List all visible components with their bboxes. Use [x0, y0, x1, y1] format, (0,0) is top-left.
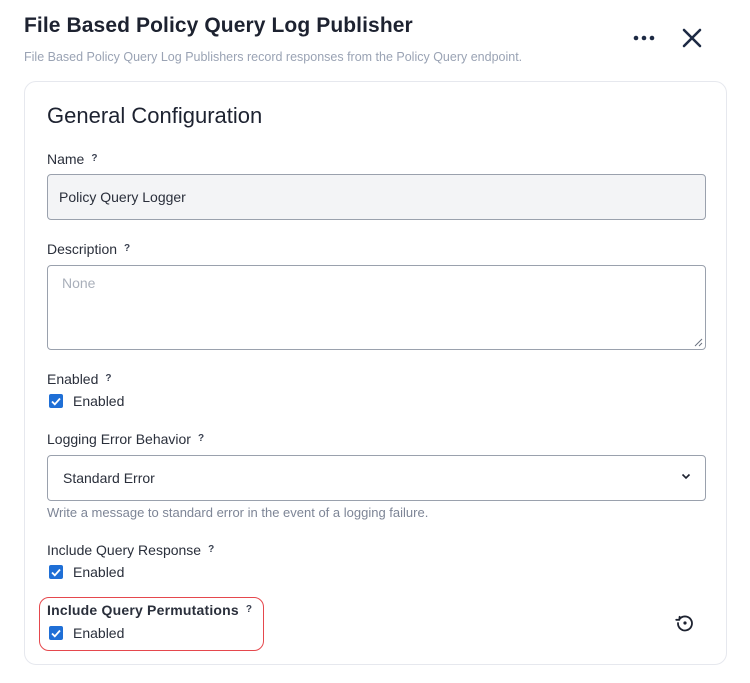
- description-label-text: Description: [47, 241, 118, 257]
- chevron-down-icon: [681, 473, 691, 480]
- checkbox-checked[interactable]: [49, 565, 63, 579]
- help-icon[interactable]: ?: [91, 153, 97, 164]
- include-query-permutations-checkbox[interactable]: Enabled: [49, 625, 124, 641]
- help-icon[interactable]: ?: [208, 544, 214, 555]
- logging-error-behavior-label: Logging Error Behavior ?: [47, 431, 204, 447]
- name-label-text: Name: [47, 151, 85, 167]
- page-subtitle: File Based Policy Query Log Publishers r…: [24, 50, 523, 64]
- panel-header: File Based Policy Query Log Publisher Fi…: [24, 14, 724, 64]
- check-icon: [51, 568, 61, 577]
- include-query-response-checkbox-label: Enabled: [73, 564, 125, 580]
- page-title: File Based Policy Query Log Publisher: [24, 14, 413, 37]
- enabled-checkbox-label: Enabled: [73, 393, 125, 409]
- description-label: Description ?: [47, 241, 130, 257]
- general-configuration-card: General Configuration Name ? Policy Quer…: [24, 81, 727, 665]
- section-title: General Configuration: [47, 103, 263, 128]
- include-query-response-checkbox[interactable]: Enabled: [49, 564, 124, 580]
- include-query-permutations-label: Include Query Permutations ?: [47, 602, 252, 618]
- name-field[interactable]: Policy Query Logger: [47, 174, 706, 220]
- enabled-label: Enabled ?: [47, 371, 112, 387]
- resize-grip-icon[interactable]: [694, 338, 703, 347]
- enabled-checkbox[interactable]: Enabled: [49, 393, 124, 409]
- name-field-value: Policy Query Logger: [59, 189, 186, 205]
- reset-to-default-button[interactable]: [673, 611, 697, 635]
- description-placeholder: None: [62, 275, 96, 291]
- include-query-permutations-checkbox-label: Enabled: [73, 625, 125, 641]
- close-icon: [682, 28, 702, 48]
- help-icon[interactable]: ?: [246, 604, 252, 615]
- include-query-response-label-text: Include Query Response: [47, 542, 202, 558]
- help-icon[interactable]: ?: [124, 243, 130, 254]
- logging-error-behavior-select[interactable]: Standard Error: [47, 455, 706, 501]
- checkbox-checked[interactable]: [49, 626, 63, 640]
- check-icon: [51, 397, 61, 406]
- include-query-response-label: Include Query Response ?: [47, 542, 214, 558]
- logging-error-behavior-hint: Write a message to standard error in the…: [47, 505, 429, 520]
- logging-error-behavior-value: Standard Error: [63, 470, 155, 486]
- more-horizontal-icon: [633, 35, 655, 41]
- name-label: Name ?: [47, 151, 97, 167]
- help-icon[interactable]: ?: [105, 373, 111, 384]
- include-query-permutations-label-text: Include Query Permutations: [47, 602, 239, 618]
- reset-history-icon: [675, 615, 693, 632]
- checkbox-checked[interactable]: [49, 394, 63, 408]
- help-icon[interactable]: ?: [198, 433, 204, 444]
- logging-error-behavior-label-text: Logging Error Behavior: [47, 431, 191, 447]
- enabled-label-text: Enabled: [47, 371, 99, 387]
- check-icon: [51, 629, 61, 638]
- description-field[interactable]: None: [47, 265, 706, 350]
- close-button[interactable]: [676, 22, 708, 54]
- more-options-button[interactable]: [628, 26, 660, 50]
